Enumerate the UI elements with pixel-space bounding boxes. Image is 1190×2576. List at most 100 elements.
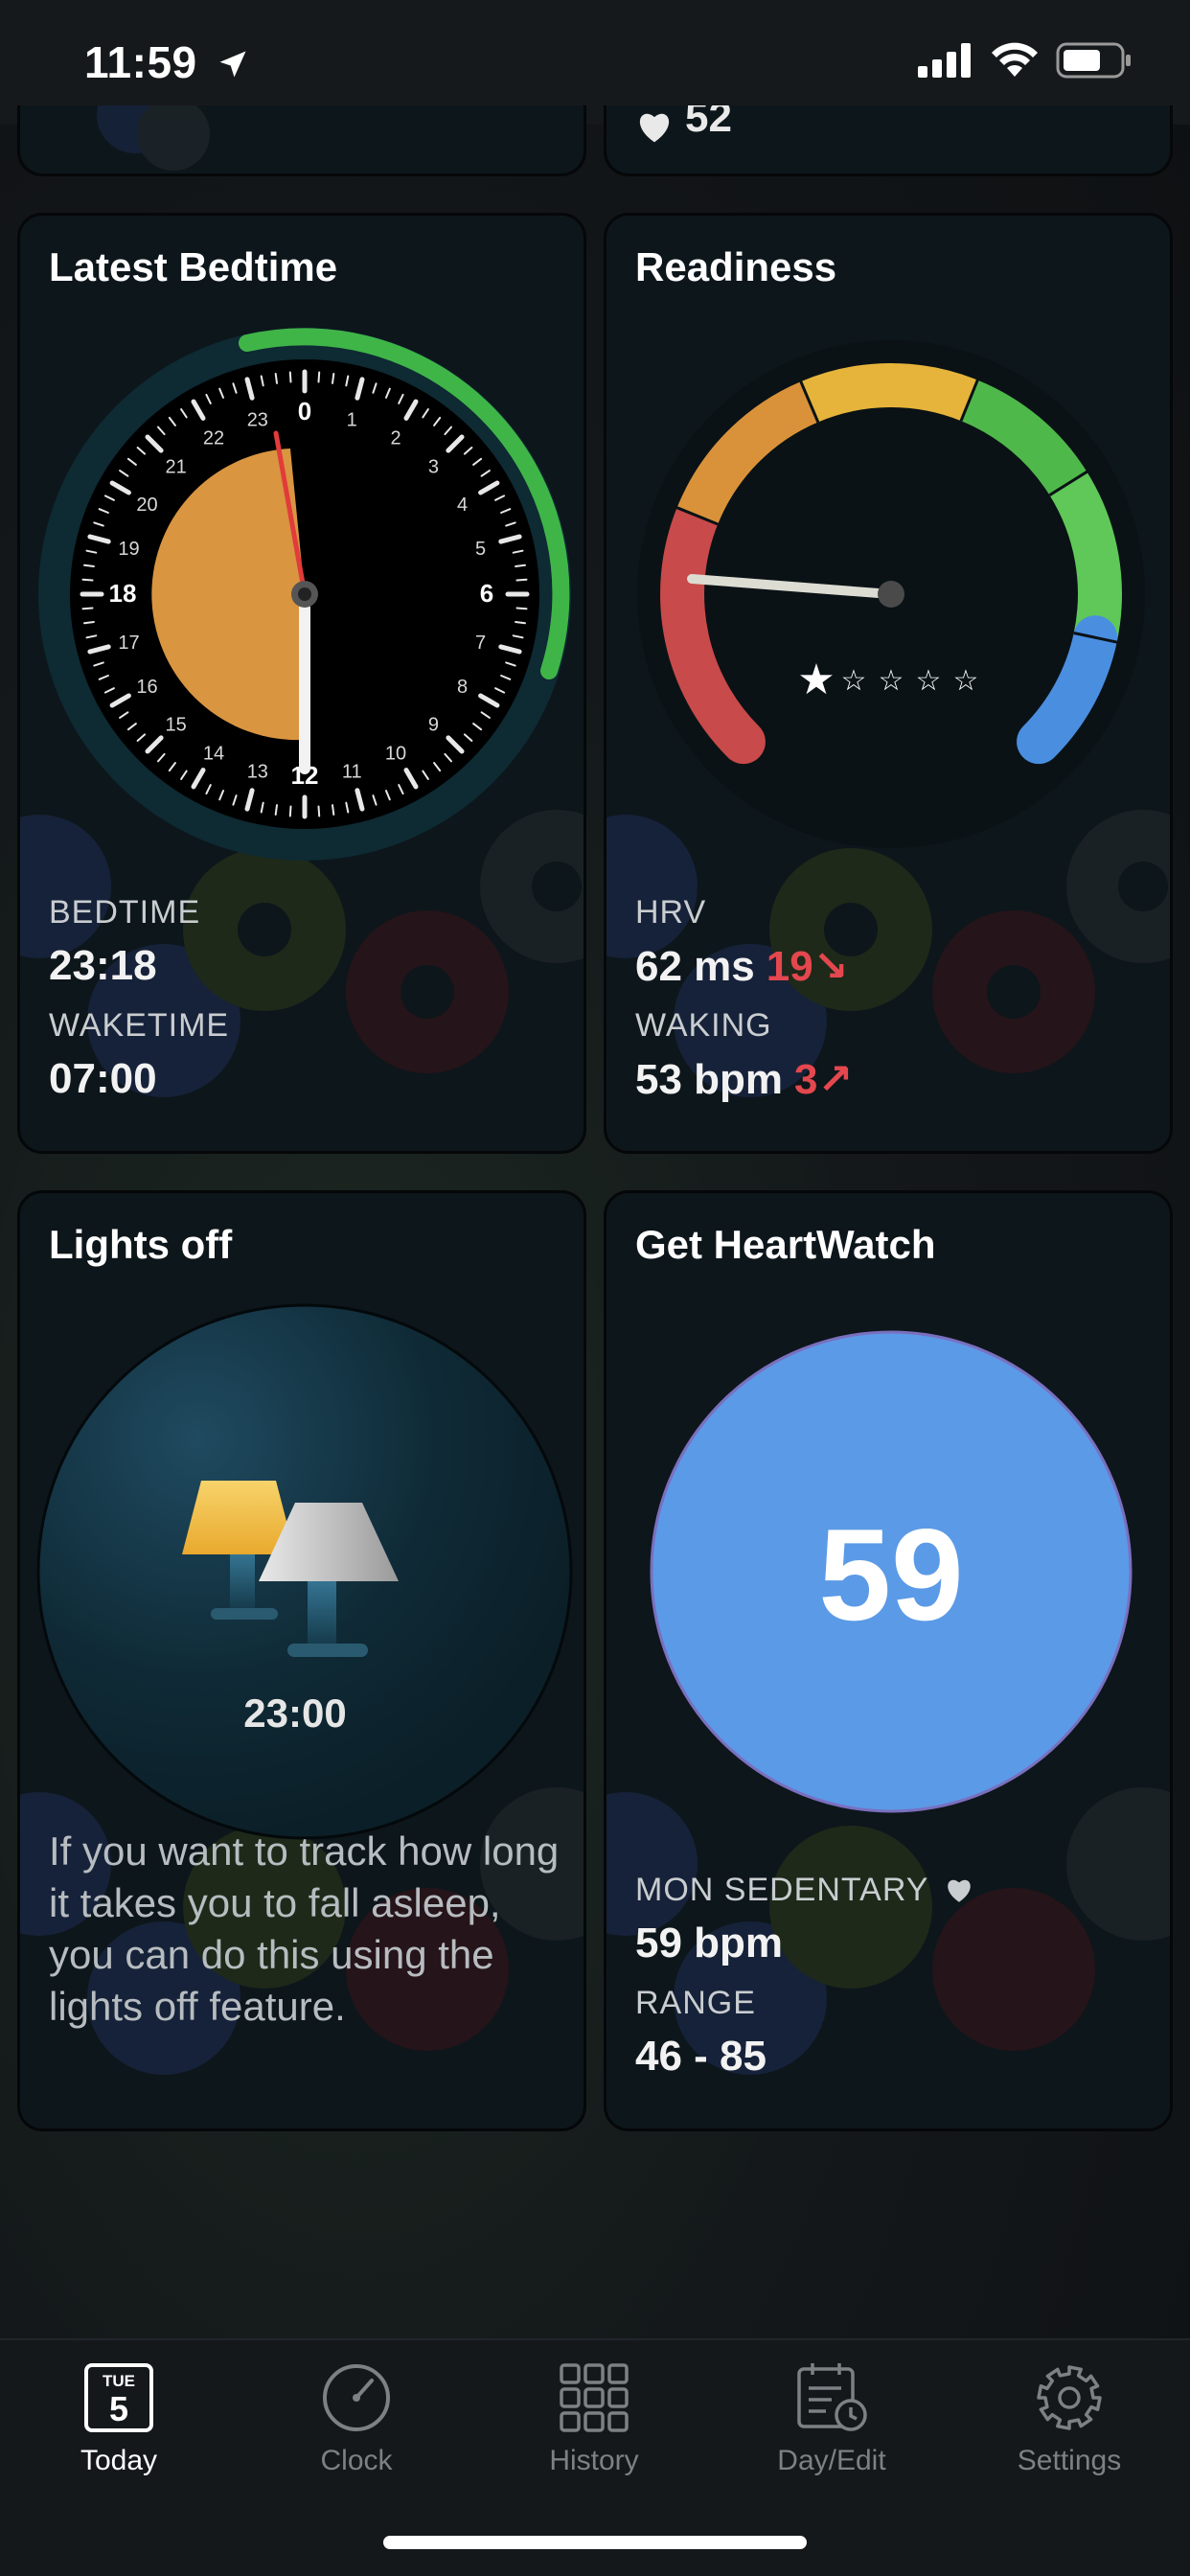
waking-label: WAKING — [635, 1007, 772, 1044]
range-value: 46 - 85 — [635, 2033, 767, 2080]
clock-hour-label: 20 — [136, 494, 157, 516]
latest-bedtime-card[interactable]: Latest Bedtime 0 1 2 3 4 5 6 7 8 9 10 11 12 13 14 15 16 1… — [17, 213, 586, 1154]
tab-today-day: TUE — [103, 2372, 135, 2390]
clock-tick — [288, 805, 292, 817]
clock-hour-label: 19 — [118, 539, 139, 560]
star-empty-icon: ☆ — [953, 664, 979, 698]
clock-hour-label: 2 — [390, 428, 400, 449]
clock-hour-label: 5 — [475, 539, 486, 560]
star-empty-icon: ☆ — [879, 664, 904, 698]
clock-tick — [274, 804, 278, 816]
bedtime-label: BEDTIME — [49, 894, 201, 931]
clock-gauge-icon — [323, 2364, 390, 2431]
clock-hour-label: 9 — [428, 714, 439, 735]
card-title: Get HeartWatch — [635, 1222, 936, 1267]
clock-tick — [81, 607, 94, 610]
clock-hour-label: 18 — [109, 579, 137, 608]
clock-hour-label: 1 — [347, 410, 357, 431]
battery-icon — [1056, 42, 1131, 79]
clock-hour-label: 15 — [165, 714, 186, 735]
card-title: Lights off — [49, 1222, 233, 1267]
clock-tick — [332, 373, 335, 384]
range-label: RANGE — [635, 1985, 756, 2021]
star-filled-icon: ★ — [797, 656, 835, 704]
calendar-today-icon: TUE 5 — [84, 2363, 153, 2432]
location-arrow-icon — [219, 51, 246, 78]
tab-label: History — [549, 2445, 639, 2476]
clock-tick — [515, 607, 528, 610]
gears-background — [97, 105, 210, 171]
star-empty-icon: ☆ — [916, 664, 942, 698]
gear-outline — [1037, 2365, 1102, 2430]
hrv-value: 62 ms 19↘ — [635, 943, 849, 990]
clock-tick — [83, 621, 95, 625]
clock-tick — [274, 373, 278, 384]
partial-top-card-left[interactable] — [17, 105, 586, 176]
home-indicator[interactable] — [383, 2536, 807, 2549]
clock-hour-label: 10 — [385, 744, 406, 765]
tab-label: Clock — [320, 2445, 393, 2476]
tab-settings[interactable]: Settings — [973, 2361, 1165, 2477]
card-title: Readiness — [635, 244, 837, 289]
clock-hour-label: 6 — [480, 579, 493, 608]
tab-today-date: 5 — [109, 2389, 128, 2428]
partial-heart-value: 52 — [685, 105, 732, 141]
tab-label: Today — [80, 2445, 158, 2476]
gear-icon — [1037, 2365, 1102, 2430]
clock-hour-label: 14 — [203, 744, 224, 765]
bedtime-value: 23:18 — [49, 942, 157, 989]
bedtime-clock-dial: 0 1234567891011121314151617181920212223 — [38, 328, 571, 861]
clock-tick — [317, 371, 321, 383]
lights-off-dial: 23:00 — [36, 1303, 573, 1840]
clock-hour-label: 4 — [457, 494, 468, 516]
clock-tick — [83, 564, 95, 567]
tab-label: Day/Edit — [777, 2445, 886, 2476]
clock-hour-label: 23 — [247, 410, 268, 431]
readiness-card[interactable]: Readiness ★ ☆ ☆ ☆ ☆ HRV 62 ms 19↘ WAKING 53 b… — [604, 213, 1173, 1154]
readiness-gauge: ★ ☆ ☆ ☆ ☆ — [637, 340, 1145, 848]
waking-delta: 3↗ — [794, 1056, 854, 1103]
tab-label: Settings — [1017, 2445, 1122, 2476]
clock-hour-label: 13 — [247, 762, 268, 783]
gauge-segment — [800, 362, 978, 423]
status-time: 11:59 — [84, 36, 250, 88]
heart-rate-circle: 59 — [650, 1330, 1133, 1813]
clock-hour-label: 21 — [165, 457, 186, 478]
clock-tick — [332, 804, 335, 816]
lights-off-description: If you want to track how long it takes y… — [49, 1828, 560, 2029]
clock-tick — [515, 564, 526, 567]
clock-hour-label: 3 — [428, 457, 439, 478]
clock-tick — [288, 371, 292, 383]
clock-hour-label: 8 — [457, 677, 468, 698]
hrv-delta: 19↘ — [766, 943, 849, 990]
waketime-value: 07:00 — [49, 1055, 157, 1102]
get-heartwatch-card[interactable]: Get HeartWatch 59 MON SEDENTARY 59 bpm R… — [604, 1190, 1173, 2131]
heart-rate-big-value: 59 — [818, 1502, 963, 1647]
clock-tick — [515, 621, 526, 625]
heart-icon — [948, 1879, 972, 1902]
clock-hour-label: 16 — [136, 677, 157, 698]
tab-clock[interactable]: Clock — [261, 2361, 452, 2477]
partial-top-card-right[interactable]: 52 — [604, 105, 1173, 176]
star-empty-icon: ☆ — [841, 664, 867, 698]
cellular-signal-icon — [918, 43, 971, 78]
lights-off-card[interactable]: Lights off 23:00 If you want to track ho… — [17, 1190, 586, 2131]
sedentary-label: MON SEDENTARY — [635, 1872, 974, 1909]
heart-icon — [639, 113, 670, 143]
waketime-label: WAKETIME — [49, 1007, 230, 1044]
wifi-icon — [992, 42, 1038, 77]
clock-hour-label: 7 — [475, 632, 486, 654]
waking-value: 53 bpm 3↗ — [635, 1056, 854, 1103]
clock-hour-label: 22 — [203, 428, 224, 449]
clock-hour-label: 11 — [342, 762, 362, 783]
tab-day-edit[interactable]: Day/Edit — [736, 2361, 927, 2477]
clock-hour-label: 17 — [118, 632, 139, 654]
hrv-label: HRV — [635, 894, 707, 931]
card-title: Latest Bedtime — [49, 244, 338, 289]
sedentary-value: 59 bpm — [635, 1920, 784, 1966]
tab-today[interactable]: TUE 5 Today — [23, 2361, 215, 2477]
tab-history[interactable]: History — [498, 2361, 690, 2477]
clock-hour-label: 0 — [298, 397, 311, 426]
calendar-clock-icon — [797, 2363, 867, 2431]
lights-off-time: 23:00 — [243, 1690, 346, 1736]
